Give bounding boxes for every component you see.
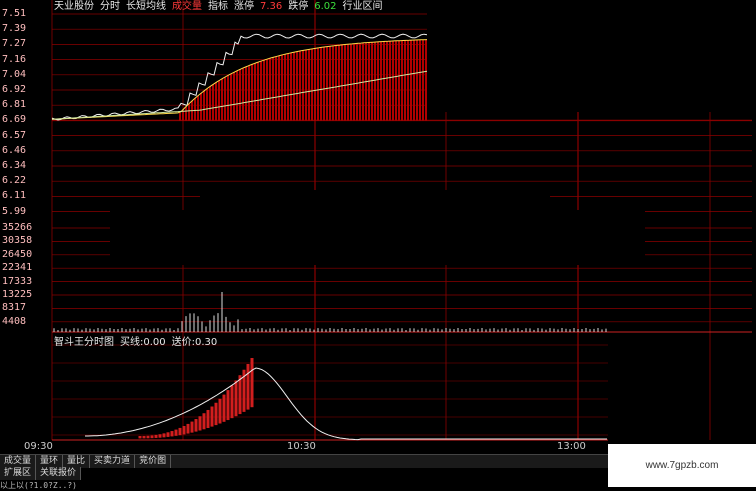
- price-tick-label: 7.04: [2, 68, 27, 80]
- bottom-tab-bar: 成交量 量环 量比 买卖力道 竞价图: [0, 454, 608, 468]
- volume-tick-label: 22341: [2, 262, 33, 274]
- time-label-1300: 13:00: [557, 441, 586, 452]
- occluded-region: [200, 190, 550, 220]
- indicator-title: 智斗王分时图: [54, 337, 114, 348]
- time-label-open: 09:30: [24, 441, 53, 452]
- volume-tick-label: 17333: [2, 275, 33, 287]
- volume-tick-label: 26450: [2, 248, 33, 260]
- indicator-buy-value: 买线:0.00: [120, 337, 166, 348]
- price-tick-label: 5.99: [2, 205, 27, 217]
- price-tick-label: 6.92: [2, 84, 27, 95]
- price-tick-label: 6.69: [2, 114, 27, 126]
- sector-label: 行业区间: [342, 1, 383, 12]
- limit-down-value: 6.02: [314, 1, 337, 12]
- price-area-bars: [179, 39, 427, 121]
- watermark-text: www.7gpzb.com: [645, 460, 719, 471]
- tab-buy-sell-power[interactable]: 买卖力道: [90, 455, 136, 468]
- empty-region: [427, 0, 756, 112]
- watermark: www.7gpzb.com: [608, 444, 756, 487]
- volume-toggle[interactable]: 成交量: [172, 0, 202, 13]
- price-tick-label: 7.16: [2, 53, 27, 65]
- time-label-1030: 10:30: [287, 441, 316, 452]
- price-tick-label: 7.27: [2, 38, 27, 50]
- volume-tick-label: 35266: [2, 222, 33, 233]
- price-tick-label: 6.46: [2, 144, 27, 156]
- price-tick-label: 6.57: [2, 129, 27, 141]
- bottom-tab-bar-2: 扩展区 关联报价: [0, 467, 82, 480]
- price-tick-label: 6.81: [2, 99, 27, 111]
- indicator-line-value: 送价:0.30: [171, 337, 218, 348]
- price-tick-label: 7.51: [2, 8, 27, 19]
- volume-tick-label: 4408: [2, 315, 27, 327]
- price-tick-label: 7.39: [2, 23, 27, 35]
- volume-tick-label: 8317: [2, 302, 27, 314]
- chart-header: 天业股份 分时 长短均线 成交量 指标 涨停 7.36 跌停 6.02 行业区间: [54, 0, 383, 13]
- tab-related-quotes[interactable]: 关联报价: [36, 467, 82, 480]
- stock-name: 天业股份: [54, 1, 94, 12]
- limit-down-label: 跌停: [288, 1, 309, 12]
- tab-auction[interactable]: 竞价图: [135, 455, 172, 468]
- tab-intraday[interactable]: 分时: [100, 0, 120, 13]
- indicator-bars: [138, 358, 254, 439]
- price-tick-label: 6.34: [2, 160, 27, 171]
- indicator-title-bar: 智斗王分时图 买线:0.00 送价:0.30: [54, 333, 217, 348]
- tab-extension[interactable]: 扩展区: [0, 467, 37, 480]
- price-tick-label: 6.11: [2, 190, 27, 202]
- volume-bars: [53, 292, 607, 332]
- status-text: 以上以(?1.0?Z..?): [0, 481, 77, 490]
- price-tick-label: 6.22: [2, 175, 27, 187]
- volume-tick-label: 13225: [2, 289, 33, 300]
- volume-tick-label: 30358: [2, 235, 33, 247]
- indicator-toggle[interactable]: 指标: [208, 0, 228, 13]
- tab-moving-average[interactable]: 长短均线: [126, 0, 166, 13]
- limit-up-label: 涨停: [234, 1, 254, 12]
- limit-up-value: 7.36: [260, 1, 283, 12]
- indicator-curve: [85, 367, 607, 441]
